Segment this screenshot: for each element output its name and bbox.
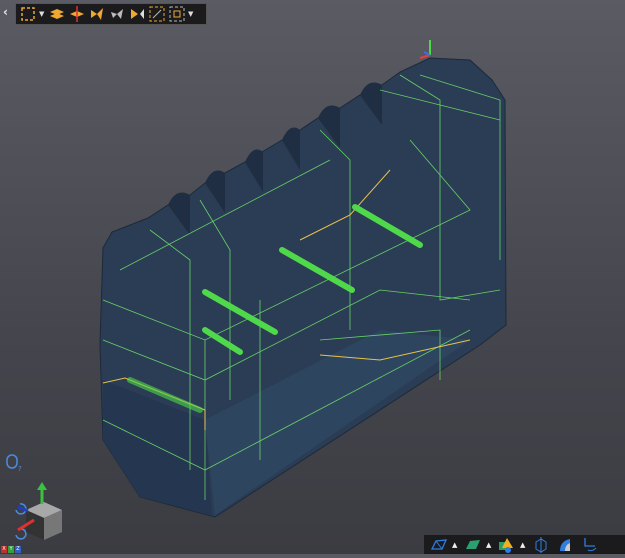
shapes-icon[interactable] [496, 536, 518, 554]
svg-text:?: ? [18, 465, 22, 473]
play-back-icon[interactable] [108, 5, 126, 23]
chevron-up-icon[interactable]: ▲ [520, 541, 528, 549]
fit-selection-icon[interactable] [168, 5, 186, 23]
fit-all-icon[interactable] [148, 5, 166, 23]
select-box-icon[interactable] [19, 5, 37, 23]
section-icon[interactable] [554, 536, 576, 554]
z-axis-arrow [17, 505, 29, 513]
axis-labels: X Y Z [1, 546, 21, 553]
rotate-icon [15, 528, 27, 540]
wireframe-icon[interactable] [428, 536, 450, 554]
axis-icon[interactable] [578, 536, 600, 554]
display-toolbar: ▲ ▲ ▲ [424, 535, 625, 554]
play-forward-icon[interactable] [128, 5, 146, 23]
shaded-icon[interactable] [462, 536, 484, 554]
chevron-up-icon[interactable]: ▲ [486, 541, 494, 549]
chevron-left-icon[interactable]: ‹ [3, 5, 8, 19]
explode-icon[interactable] [48, 5, 66, 23]
chevron-up-icon[interactable]: ▲ [452, 541, 460, 549]
origin-triad-icon [419, 40, 431, 59]
orientation-cube[interactable] [4, 480, 66, 546]
y-axis-label: Y [8, 546, 14, 553]
3d-viewport[interactable] [0, 0, 625, 554]
bounding-box-icon[interactable] [530, 536, 552, 554]
collapse-icon[interactable] [68, 5, 86, 23]
z-axis-label: Z [15, 546, 21, 553]
mouse-help-icon[interactable]: ? [5, 453, 25, 477]
mold-model[interactable] [0, 0, 625, 554]
x-axis-label: X [1, 546, 7, 553]
view-toolbar: ▼ ▼ [15, 3, 207, 25]
chevron-down-icon[interactable]: ▼ [188, 10, 195, 18]
previous-step-icon[interactable] [88, 5, 106, 23]
chevron-down-icon[interactable]: ▼ [39, 10, 46, 18]
